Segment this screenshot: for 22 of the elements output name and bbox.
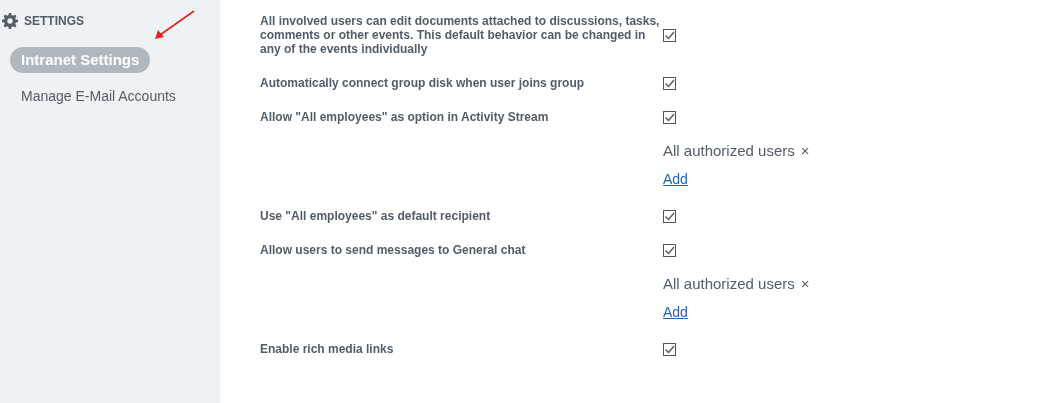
checkbox[interactable] [663,342,676,356]
checkbox[interactable] [663,110,676,124]
sidebar-item[interactable]: Manage E-Mail Accounts [10,83,187,109]
setting-label: Allow users to send messages to General chat [260,243,527,257]
remove-button[interactable]: × [800,275,810,292]
checkbox[interactable] [663,28,676,42]
add-link[interactable]: Add [663,171,688,187]
access-tag: All authorized users [663,142,795,159]
remove-button[interactable]: × [800,142,810,159]
checkbox[interactable] [663,243,676,257]
setting-label: Automatically connect group disk when user joins group [260,76,586,90]
arrow-icon [154,10,195,40]
add-link[interactable]: Add [663,304,688,320]
access-tag: All authorized users [663,275,795,292]
setting-label: Use "All employees" as default recipient [260,209,492,223]
checkbox[interactable] [663,209,676,223]
section-heading: SETTINGS [24,13,84,28]
setting-label: All involved users can edit documents attached to discussions, tasks, comments or other events. This default behavior can be changed in any of the events individually [260,14,661,56]
checkbox[interactable] [663,76,676,90]
setting-label: Enable rich media links [260,342,395,356]
settings-icon [2,12,18,29]
setting-label: Allow "All employees" as option in Activity Stream [260,110,550,124]
